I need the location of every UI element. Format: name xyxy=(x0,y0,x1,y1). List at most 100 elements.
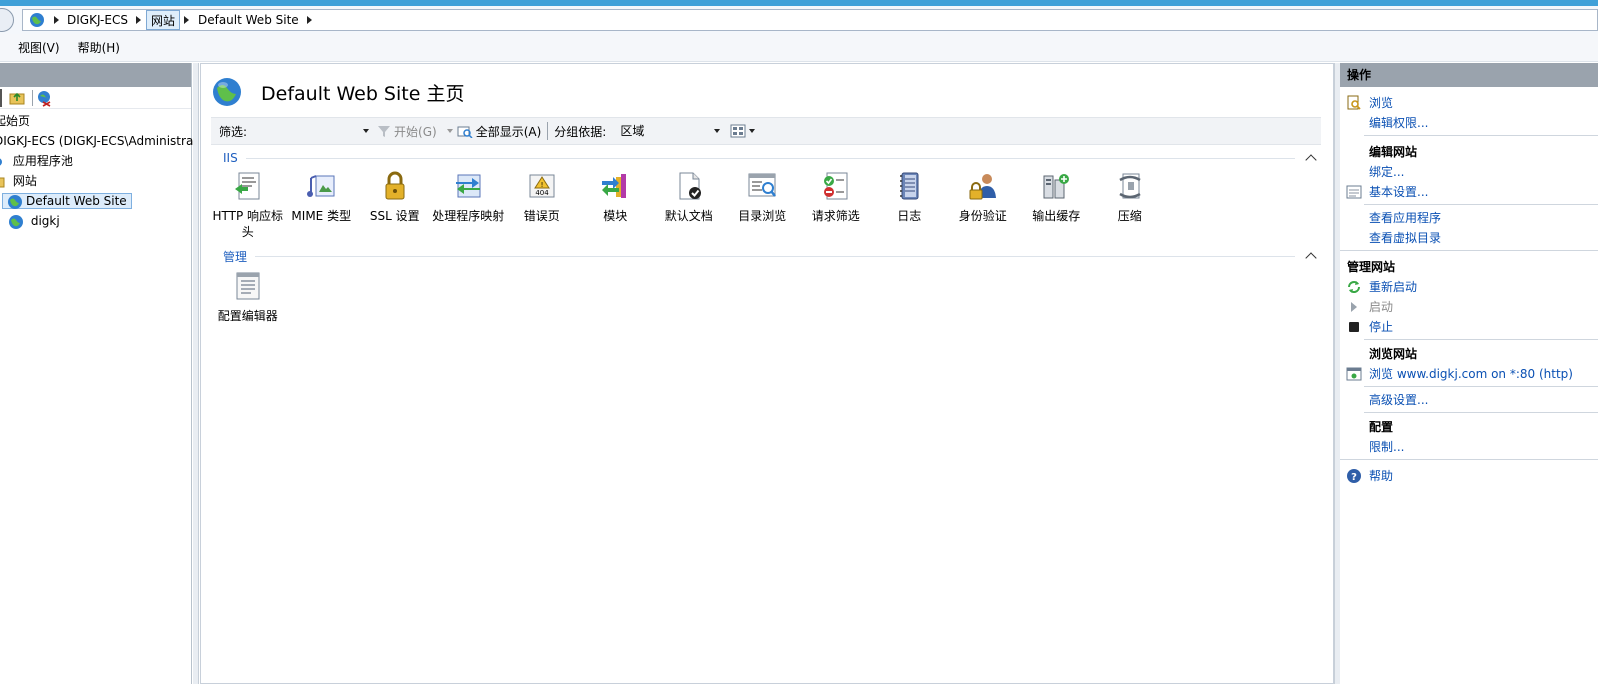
action-browse[interactable]: 浏览 xyxy=(1340,93,1598,113)
show-all-icon xyxy=(457,126,473,138)
collapse-icon[interactable] xyxy=(1305,154,1317,166)
configuration-editor-icon xyxy=(236,272,260,300)
feature-logging[interactable]: 日志 xyxy=(873,170,947,240)
connections-header xyxy=(0,63,191,87)
feature-mime-types[interactable]: MIME 类型 xyxy=(285,170,359,240)
address-bar[interactable]: DIGKJ-ECS 网站 Default Web Site xyxy=(22,9,1598,31)
menu-bar: 视图(V) 帮助(H) xyxy=(0,34,1598,62)
tree-item-label: Default Web Site xyxy=(26,194,127,208)
connections-pane: 起始页 DIGKJ-ECS (DIGKJ-ECS\Administrat 应用程… xyxy=(0,63,198,684)
crumb-sites[interactable]: 网站 xyxy=(145,10,180,30)
restart-icon xyxy=(1348,281,1360,293)
filter-label: 筛选: xyxy=(219,124,248,139)
crumb-separator[interactable] xyxy=(303,10,317,30)
browse-icon xyxy=(1347,95,1361,110)
edit-site-title: 编辑网站 xyxy=(1369,145,1418,159)
svg-text:404: 404 xyxy=(535,189,549,197)
feature-directory-browsing[interactable]: 目录浏览 xyxy=(726,170,800,240)
svg-text:?: ? xyxy=(1351,472,1357,483)
output-caching-icon xyxy=(1043,174,1070,199)
section-management-header[interactable]: 管理 xyxy=(223,248,1321,264)
tree-item-sites[interactable]: 网站 xyxy=(0,171,191,191)
page-title-row: Default Web Site 主页 xyxy=(211,74,464,110)
tree-item-app-pools[interactable]: 应用程序池 xyxy=(0,151,191,171)
ssl-lock-icon xyxy=(385,171,405,200)
page-title: Default Web Site 主页 xyxy=(261,82,465,105)
crumb-site[interactable]: Default Web Site xyxy=(194,10,303,30)
action-edit-permissions[interactable]: 编辑权限... xyxy=(1340,113,1598,133)
tree-item-server[interactable]: DIGKJ-ECS (DIGKJ-ECS\Administrat xyxy=(0,131,198,151)
menu-help[interactable]: 帮助(H) xyxy=(69,38,129,58)
server-globe-icon xyxy=(30,13,44,27)
feature-configuration-editor[interactable]: 配置编辑器 xyxy=(211,270,285,324)
iis-feature-grid: HTTP 响应标头 MIME 类型 SSL 设置 处理程序映射 ! 404 错误页… xyxy=(211,170,1167,240)
tree-item-label: DIGKJ-ECS (DIGKJ-ECS\Administrat xyxy=(0,134,198,148)
mime-types-icon xyxy=(307,175,335,197)
save-connections-icon[interactable] xyxy=(0,88,4,107)
filter-input[interactable] xyxy=(249,121,370,141)
app-pool-icon xyxy=(0,158,2,165)
feature-error-pages[interactable]: ! 404 错误页 xyxy=(505,170,579,240)
feature-compression[interactable]: 压缩 xyxy=(1093,170,1167,240)
feature-modules[interactable]: 模块 xyxy=(579,170,653,240)
directory-browsing-icon xyxy=(748,173,777,197)
tree-item-digkj[interactable]: digkj xyxy=(0,211,191,231)
tree-item-start-page[interactable]: 起始页 xyxy=(0,111,191,131)
tree-item-label: digkj xyxy=(30,214,60,228)
feature-output-caching[interactable]: 输出缓存 xyxy=(1020,170,1094,240)
handler-mappings-icon xyxy=(456,174,481,198)
feature-request-filtering[interactable]: 请求筛选 xyxy=(799,170,873,240)
action-view-virtual-directories[interactable]: 查看虚拟目录 xyxy=(1340,228,1598,248)
action-browse-url[interactable]: 浏览 www.digkj.com on *:80 (http) xyxy=(1340,364,1598,384)
group-by-label: 分组依据: xyxy=(554,124,607,139)
feature-default-document[interactable]: 默认文档 xyxy=(652,170,726,240)
view-switch-button[interactable] xyxy=(730,124,756,138)
feature-handler-mappings[interactable]: 处理程序映射 xyxy=(432,170,506,240)
crumb-separator[interactable] xyxy=(49,10,63,30)
feature-authentication[interactable]: 身份验证 xyxy=(946,170,1020,240)
site-globe-icon xyxy=(8,194,22,209)
play-icon xyxy=(1351,302,1357,312)
manage-site-title: 管理网站 xyxy=(1347,260,1396,274)
connect-icon[interactable] xyxy=(35,89,53,107)
action-help[interactable]: ? 帮助 xyxy=(1340,466,1598,486)
tree-item-label: 应用程序池 xyxy=(12,154,73,168)
logging-icon xyxy=(900,172,919,200)
action-advanced-settings[interactable]: 高级设置... xyxy=(1340,390,1598,410)
back-button[interactable] xyxy=(0,8,14,32)
group-by-select[interactable]: 区域 xyxy=(612,121,721,141)
crumb-separator[interactable] xyxy=(180,10,194,30)
folder-icon xyxy=(0,177,5,187)
section-iis-header[interactable]: IIS xyxy=(223,150,1321,166)
start-filter-button[interactable]: 开始(G) xyxy=(377,123,453,140)
action-restart[interactable]: 重新启动 xyxy=(1340,277,1598,297)
up-folder-icon[interactable] xyxy=(8,89,26,107)
crumb-server[interactable]: DIGKJ-ECS xyxy=(63,10,132,30)
actions-header: 操作 xyxy=(1340,63,1598,87)
help-icon: ? xyxy=(1347,469,1361,483)
site-globe-icon xyxy=(9,214,23,229)
management-feature-grid: 配置编辑器 xyxy=(211,270,285,324)
action-view-applications[interactable]: 查看应用程序 xyxy=(1340,208,1598,228)
actions-pane: 操作 浏览 编辑权限... 编辑网站 绑定... 基本设置... 查看应用程序 … xyxy=(1340,63,1598,684)
config-title: 配置 xyxy=(1369,420,1394,434)
request-filtering-icon xyxy=(823,172,848,200)
icon-view-icon xyxy=(730,124,746,138)
action-stop[interactable]: 停止 xyxy=(1340,317,1598,337)
svg-text:!: ! xyxy=(540,181,543,189)
modules-icon xyxy=(602,174,627,198)
collapse-icon[interactable] xyxy=(1305,252,1317,264)
crumb-separator[interactable] xyxy=(132,10,146,30)
action-limits[interactable]: 限制... xyxy=(1340,437,1598,457)
browse-site-title: 浏览网站 xyxy=(1369,347,1418,361)
feature-http-headers[interactable]: HTTP 响应标头 xyxy=(211,170,285,240)
left-splitter[interactable] xyxy=(193,63,199,684)
action-basic-settings[interactable]: 基本设置... xyxy=(1340,182,1598,202)
action-start[interactable]: 启动 xyxy=(1340,297,1598,317)
filter-toolbar: 筛选: 开始(G) 全部显示(A) 分组依据: 区域 xyxy=(211,117,1321,145)
menu-view[interactable]: 视图(V) xyxy=(9,38,69,58)
action-bindings[interactable]: 绑定... xyxy=(1340,162,1598,182)
tree-item-default-web-site[interactable]: Default Web Site xyxy=(0,191,191,211)
show-all-button[interactable]: 全部显示(A) xyxy=(457,123,541,140)
feature-ssl-settings[interactable]: SSL 设置 xyxy=(358,170,432,240)
